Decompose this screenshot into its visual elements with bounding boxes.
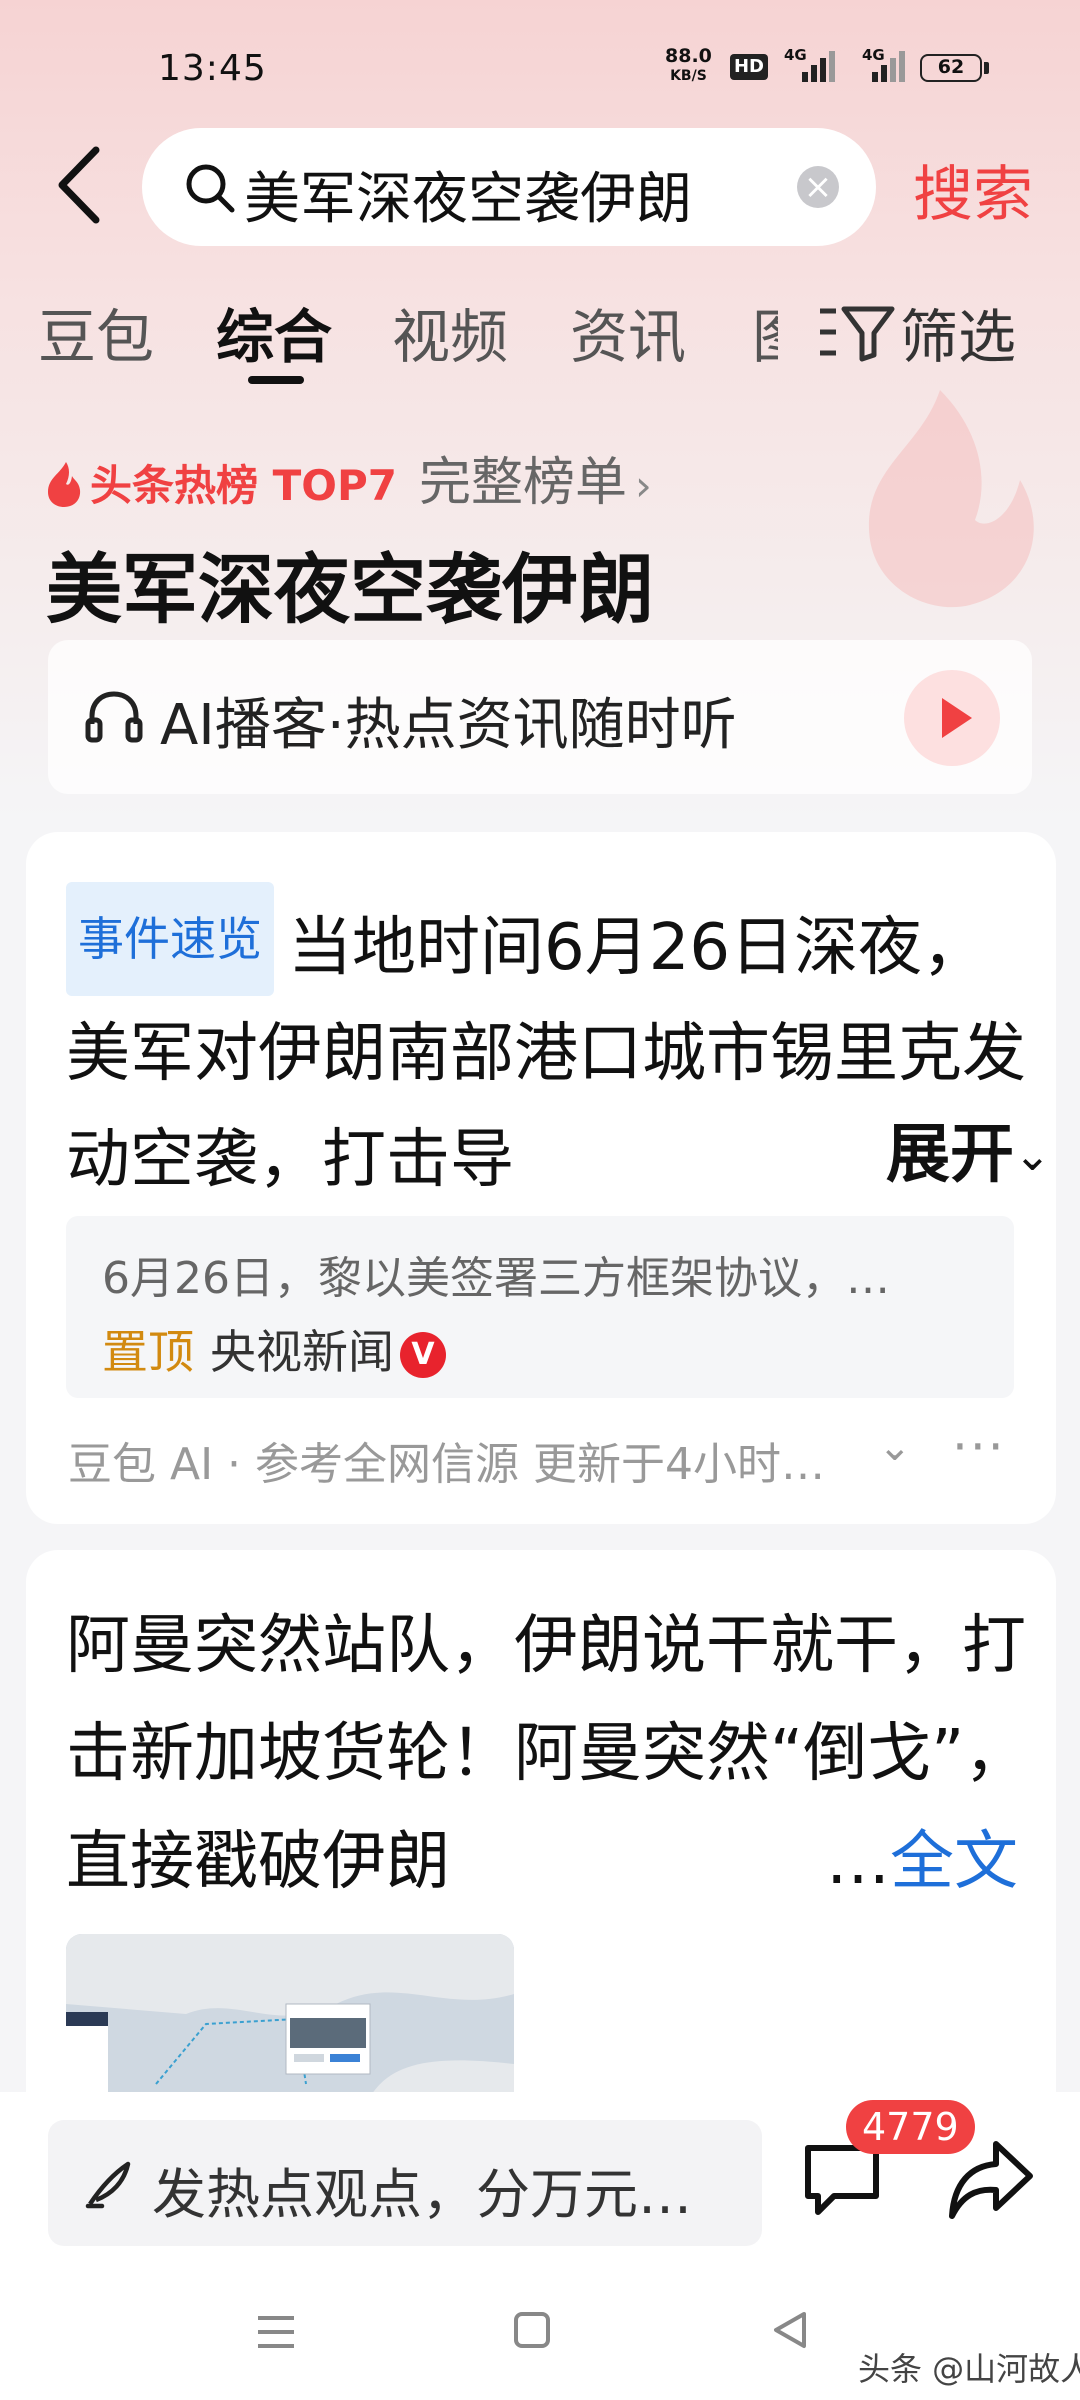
network-speed-value: 88.0 bbox=[665, 45, 712, 67]
ellipsis: … bbox=[826, 1825, 890, 1899]
battery-icon: 62 bbox=[920, 54, 982, 82]
tab-news[interactable]: 资讯 bbox=[570, 290, 686, 374]
filter-icon bbox=[820, 306, 895, 362]
reference-box[interactable]: 6月26日，黎以美签署三方框架协议，… 置顶 央视新闻 V bbox=[66, 1216, 1014, 1398]
search-icon bbox=[186, 164, 235, 213]
result-tabs: 豆包 综合 视频 资讯 图 筛选 bbox=[0, 290, 1080, 390]
chevron-down-icon: ⌄ bbox=[1014, 1130, 1051, 1181]
tab-comprehensive[interactable]: 综合 bbox=[216, 290, 332, 374]
watermark: 头条 @山河故人 bbox=[858, 2350, 1080, 2388]
tab-doubao[interactable]: 豆包 bbox=[38, 290, 154, 374]
search-button[interactable]: 搜索 bbox=[913, 146, 1033, 233]
share-icon[interactable] bbox=[946, 2136, 1036, 2222]
network-speed-unit: KB/S bbox=[670, 68, 707, 84]
home-icon[interactable] bbox=[514, 2312, 550, 2348]
source-name: 央视新闻 bbox=[210, 1325, 394, 1379]
active-tab-indicator bbox=[248, 376, 304, 384]
system-navigation-bar: 头条 @山河故人 bbox=[0, 2280, 1080, 2400]
map-image bbox=[66, 1934, 514, 2104]
tab-image-partial[interactable]: 图 bbox=[752, 290, 778, 370]
expand-button[interactable]: 展开⌄ bbox=[846, 1102, 1051, 1209]
hd-voice-icon: HD bbox=[730, 54, 768, 80]
network-speed: 88.0 KB/S bbox=[665, 46, 712, 86]
more-options-icon[interactable]: ··· bbox=[952, 1418, 1006, 1476]
comment-placeholder: 发热点观点，分万元… bbox=[152, 2163, 692, 2226]
recent-apps-icon[interactable] bbox=[256, 2314, 296, 2350]
status-bar: 13:45 88.0 KB/S HD 4G 4G 62 bbox=[0, 0, 1080, 120]
search-input[interactable]: 美军深夜空袭伊朗 × bbox=[142, 128, 876, 246]
event-tag: 事件速览 bbox=[66, 882, 274, 996]
clear-icon[interactable]: × bbox=[797, 166, 839, 208]
back-arrow-icon[interactable] bbox=[50, 140, 110, 230]
ai-podcast-banner[interactable]: AI播客·热点资讯随时听 bbox=[48, 640, 1032, 794]
comment-input[interactable]: 发热点观点，分万元… bbox=[48, 2120, 762, 2246]
flame-watermark-icon bbox=[868, 390, 1034, 608]
flame-icon bbox=[48, 462, 81, 507]
play-button[interactable] bbox=[904, 670, 1000, 766]
search-query: 美军深夜空袭伊朗 bbox=[244, 167, 692, 232]
topic-title: 美军深夜空袭伊朗 bbox=[46, 545, 654, 634]
battery-tip bbox=[984, 62, 989, 74]
expand-label: 展开 bbox=[886, 1118, 1014, 1192]
play-icon bbox=[942, 698, 972, 738]
full-rank-link[interactable]: 完整榜单 bbox=[419, 453, 627, 513]
reference-text: 6月26日，黎以美签署三方框架协议，… bbox=[102, 1253, 890, 1304]
reference-source: 央视新闻 V bbox=[210, 1316, 446, 1382]
article-map-thumbnail[interactable] bbox=[66, 1934, 514, 2104]
hot-rank-title: 头条热榜 TOP7 bbox=[90, 461, 397, 510]
hot-rank-row[interactable]: 头条热榜 TOP7 完整榜单 › bbox=[44, 440, 652, 513]
filter-label: 筛选 bbox=[900, 303, 1017, 371]
chevron-down-icon[interactable]: ⌄ bbox=[878, 1424, 912, 1470]
event-summary-card[interactable]: 事件速览 当地时间6月26日深夜，美军对伊朗南部港口城市锡里克发动空袭，打击导 展… bbox=[26, 832, 1056, 1524]
full-text-label: 全文 bbox=[890, 1825, 1018, 1899]
nav-back-icon[interactable] bbox=[770, 2310, 810, 2350]
read-full-link[interactable]: …全文 bbox=[826, 1808, 1018, 1916]
pinned-label: 置顶 bbox=[102, 1325, 194, 1379]
signal-icon-2 bbox=[872, 51, 905, 82]
pen-icon bbox=[85, 2161, 131, 2209]
verified-icon: V bbox=[400, 1332, 446, 1378]
chevron-right-icon: › bbox=[635, 461, 652, 510]
headphone-icon bbox=[85, 691, 143, 743]
tab-video[interactable]: 视频 bbox=[392, 290, 508, 374]
filter-button[interactable]: 筛选 bbox=[818, 290, 1016, 374]
signal-icon bbox=[802, 51, 835, 82]
clock: 13:45 bbox=[158, 48, 267, 89]
ai-source-footer: 豆包 AI · 参考全网信源 更新于4小时… bbox=[68, 1439, 826, 1490]
podcast-label: AI播客·热点资讯随时听 bbox=[160, 693, 737, 758]
